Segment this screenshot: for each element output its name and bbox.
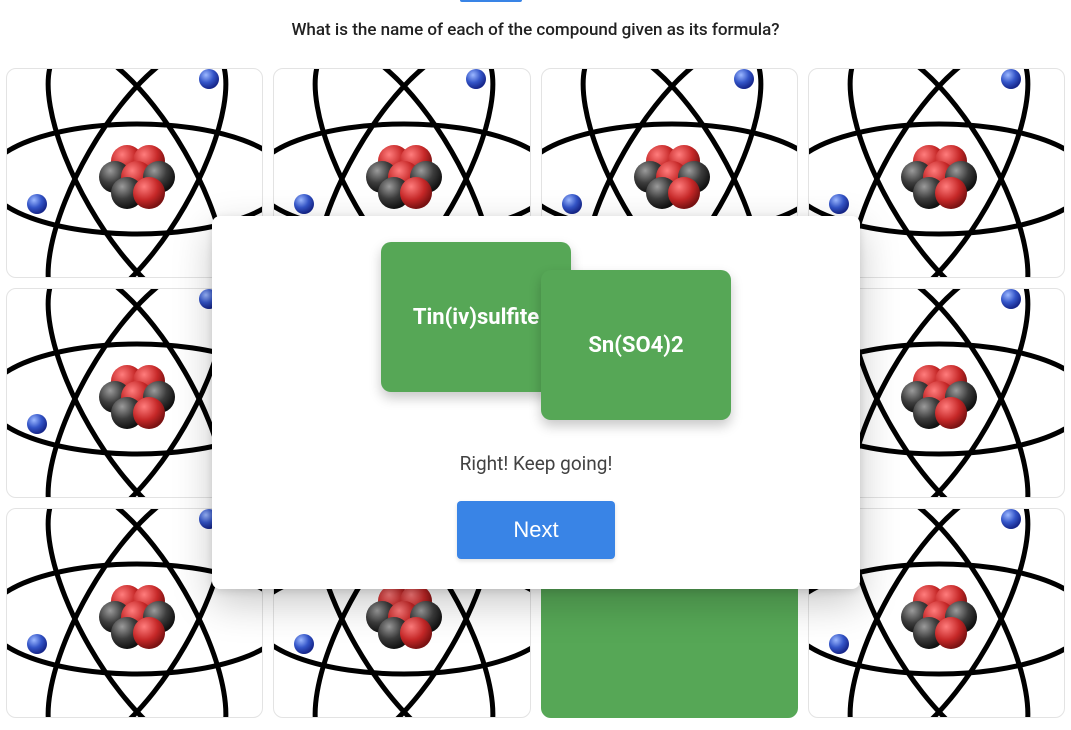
- question-text: What is the name of each of the compound…: [291, 20, 779, 40]
- question-area: What is the name of each of the compound…: [0, 0, 1071, 68]
- matched-card-name-label: Tin(iv)sulfite: [413, 305, 539, 330]
- tab-indicator: [460, 0, 522, 2]
- feedback-text: Right! Keep going!: [236, 452, 836, 475]
- matched-card-formula: Sn(SO4)2: [541, 270, 731, 420]
- match-result-modal: Tin(iv)sulfite Sn(SO4)2 Right! Keep goin…: [212, 216, 860, 589]
- matched-card-formula-label: Sn(SO4)2: [588, 333, 683, 358]
- next-button[interactable]: Next: [457, 501, 614, 559]
- matched-cards-stack: Tin(iv)sulfite Sn(SO4)2: [236, 242, 836, 442]
